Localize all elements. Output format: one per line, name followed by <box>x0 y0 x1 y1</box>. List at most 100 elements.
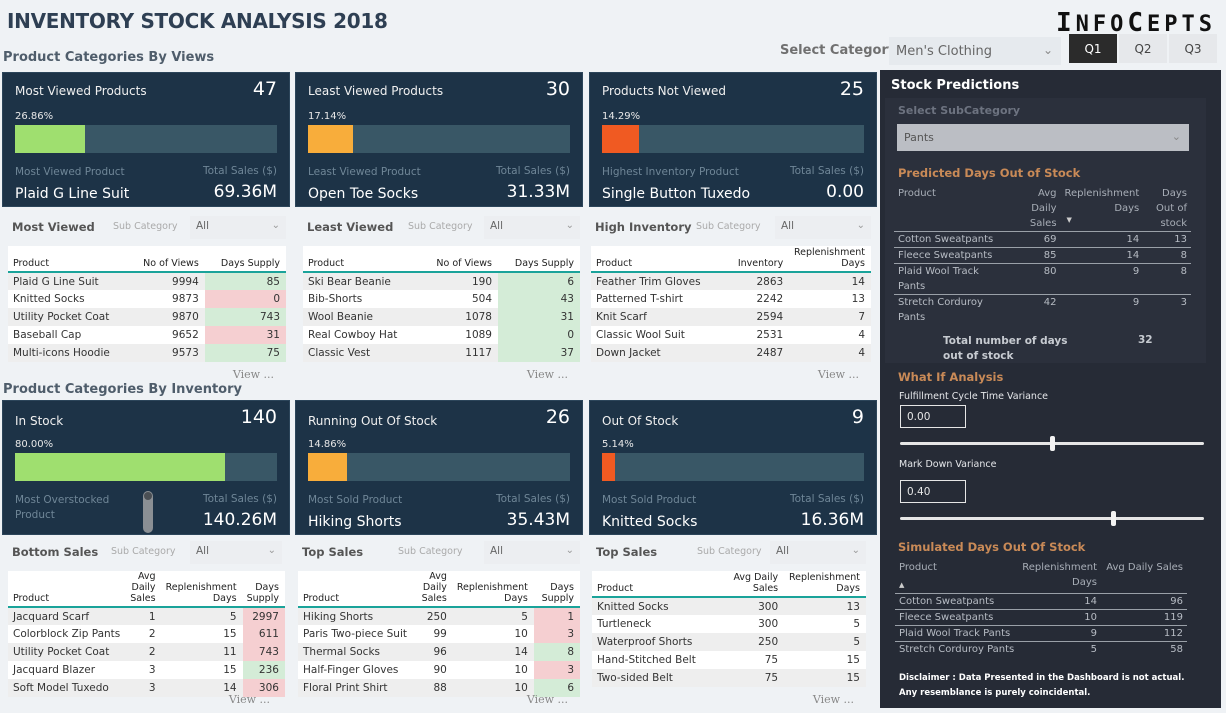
table-row[interactable]: Knit Scarf 2594 7 <box>591 308 871 326</box>
column-header[interactable]: Replenishment Days <box>161 571 243 608</box>
table-row[interactable]: Ski Bear Beanie 190 6 <box>303 272 580 290</box>
table-row[interactable]: Patterned T-shirt 2242 13 <box>591 290 871 308</box>
quarter-button-q3[interactable]: Q3 <box>1169 34 1217 63</box>
column-header[interactable]: Avg Daily Sales <box>126 571 162 608</box>
quarter-button-q2[interactable]: Q2 <box>1119 34 1167 63</box>
column-header[interactable]: Avg Daily Sales <box>701 571 785 598</box>
table-row[interactable]: Plaid Wool Track Pants 80 9 8 <box>894 263 1191 295</box>
table-row[interactable]: Real Cowboy Hat 1089 0 <box>303 326 580 344</box>
column-header[interactable]: Replenishment Days <box>789 246 871 273</box>
column-header[interactable]: Product <box>8 246 116 273</box>
view-more-link[interactable]: View ... <box>818 368 859 381</box>
quarter-button-q1[interactable]: Q1 <box>1069 34 1117 63</box>
sort-desc-icon[interactable]: ▼ <box>1065 216 1140 224</box>
table-row[interactable]: Thermal Socks 96 14 8 <box>298 643 580 661</box>
table-row[interactable]: Multi-icons Hoodie 9573 75 <box>8 344 286 362</box>
column-header[interactable]: Avg Daily Sales <box>412 571 453 608</box>
table-row[interactable]: Knitted Socks 9873 0 <box>8 290 286 308</box>
table-row[interactable]: Feather Trim Gloves 2863 14 <box>591 272 871 290</box>
column-header[interactable]: Days Supply <box>533 571 580 608</box>
table-row[interactable]: Classic Vest 1117 37 <box>303 344 580 362</box>
column-header[interactable]: Inventory <box>706 246 790 273</box>
sub-category-dropdown[interactable]: All ⌄ <box>770 541 866 564</box>
view-more-link[interactable]: View ... <box>229 693 270 706</box>
sub-category-dropdown[interactable]: All ⌄ <box>190 216 286 239</box>
table-row[interactable]: Classic Wool Suit 2531 4 <box>591 326 871 344</box>
markdown-slider[interactable] <box>900 511 1204 526</box>
table-row[interactable]: Hiking Shorts 250 5 1 <box>298 607 580 625</box>
table-row[interactable]: Colorblock Zip Pants 2 15 611 <box>8 625 285 643</box>
markdown-input[interactable]: 0.40 <box>900 480 966 503</box>
cell-product: Knitted Socks <box>13 293 85 305</box>
table-row[interactable]: Fleece Sweatpants 85 14 8 <box>894 247 1191 264</box>
table-row[interactable]: Utility Pocket Coat 2 11 743 <box>8 643 285 661</box>
view-more-link[interactable]: View ... <box>527 368 568 381</box>
column-header[interactable]: Product <box>592 571 702 598</box>
sub-category-dropdown[interactable]: All ⌄ <box>484 541 580 564</box>
table-row[interactable]: Cotton Sweatpants 69 14 13 <box>894 231 1191 248</box>
column-header[interactable]: Replenishment Days <box>452 571 534 608</box>
table-row[interactable]: Utility Pocket Coat 9870 743 <box>8 308 286 326</box>
table-row[interactable]: Cotton Sweatpants 14 96 <box>895 593 1187 610</box>
table-row[interactable]: Two-sided Belt 75 15 <box>592 669 866 687</box>
cell-value: 14 <box>1060 231 1144 248</box>
column-header[interactable]: No of Views <box>408 246 498 273</box>
table-row[interactable]: Waterproof Shorts 250 5 <box>592 633 866 651</box>
table-row[interactable]: Knitted Socks 300 13 <box>592 597 866 615</box>
table-row[interactable]: Plaid Wool Track Pants 9 112 <box>895 625 1187 642</box>
cell-value: 5 <box>1090 643 1098 655</box>
column-header[interactable]: Product <box>591 246 707 273</box>
column-header-label: Replenishment Days <box>1064 188 1140 214</box>
column-header[interactable]: Replenishment Days <box>1018 560 1102 594</box>
fulfillment-slider[interactable] <box>900 436 1204 451</box>
markdown-slider-thumb[interactable] <box>1110 511 1116 526</box>
table-row[interactable]: Plaid G Line Suit 9994 85 <box>8 272 286 290</box>
sub-category-label: Sub Category <box>398 546 463 557</box>
table-row[interactable]: Fleece Sweatpants 10 119 <box>895 609 1187 626</box>
view-more-link[interactable]: View ... <box>233 368 274 381</box>
sub-category-dropdown[interactable]: All ⌄ <box>484 216 580 239</box>
fulfillment-input[interactable]: 0.00 <box>900 405 966 428</box>
category-dropdown[interactable]: Men's Clothing ⌄ <box>889 37 1061 65</box>
table-row[interactable]: Paris Two-piece Suit 99 10 3 <box>298 625 580 643</box>
column-header[interactable]: Days Supply <box>242 571 285 608</box>
cell-value: 96 <box>412 643 453 661</box>
table-row[interactable]: Half-Finger Gloves 90 10 3 <box>298 661 580 679</box>
table-row[interactable]: Stretch Corduroy Pants 5 58 <box>895 641 1187 657</box>
view-more-link[interactable]: View ... <box>527 693 568 706</box>
column-header[interactable]: Product ▲ <box>895 560 1019 594</box>
sub-category-dropdown[interactable]: All ⌄ <box>190 541 282 564</box>
sort-asc-icon[interactable]: ▲ <box>899 581 1014 589</box>
column-header[interactable]: No of Views <box>115 246 205 273</box>
cell-value: 14 <box>1060 247 1144 264</box>
table-row[interactable]: Hand-Stitched Belt 75 15 <box>592 651 866 669</box>
column-header[interactable]: Days Supply <box>498 246 580 273</box>
column-header[interactable]: Product <box>8 571 127 608</box>
table-row[interactable]: Stretch Corduroy Pants 42 9 3 <box>894 295 1191 326</box>
data-table: Product Avg Daily Sales Replenishment Days… <box>8 571 285 697</box>
column-header[interactable]: Avg Daily Sales <box>1101 560 1187 594</box>
product-scroll-handle[interactable] <box>143 491 153 533</box>
column-header[interactable]: Product <box>298 571 413 608</box>
cell-value: 9870 <box>115 308 205 326</box>
table-row[interactable]: Baseball Cap 9652 31 <box>8 326 286 344</box>
column-header[interactable]: Product <box>894 186 1007 232</box>
table-row[interactable]: Turtleneck 300 5 <box>592 615 866 633</box>
column-header[interactable]: Days Out of stock <box>1143 186 1191 232</box>
column-header[interactable]: Replenishment Days ▼ <box>1060 186 1144 232</box>
table-row[interactable]: Jacquard Scarf 1 5 2997 <box>8 607 285 625</box>
sub-category-dropdown[interactable]: All ⌄ <box>775 216 871 239</box>
fulfillment-slider-thumb[interactable] <box>1050 436 1055 451</box>
table-row[interactable]: Down Jacket 2487 4 <box>591 344 871 362</box>
table-row[interactable]: Wool Beanie 1078 31 <box>303 308 580 326</box>
column-header[interactable]: Avg Daily Sales <box>1006 186 1061 232</box>
view-more-link[interactable]: View ... <box>813 693 854 706</box>
table-header-row: Product ▲ Replenishment Days Avg Daily Sale… <box>895 560 1187 594</box>
table-row[interactable]: Jacquard Blazer 3 15 236 <box>8 661 285 679</box>
column-header[interactable]: Replenishment Days <box>784 571 866 598</box>
column-header[interactable]: Days Supply <box>204 246 286 273</box>
table-row[interactable]: Bib-Shorts 504 43 <box>303 290 580 308</box>
subcategory-dropdown[interactable]: Pants ⌄ <box>897 124 1189 151</box>
sub-category-label: Sub Category <box>697 546 762 557</box>
column-header[interactable]: Product <box>303 246 408 273</box>
